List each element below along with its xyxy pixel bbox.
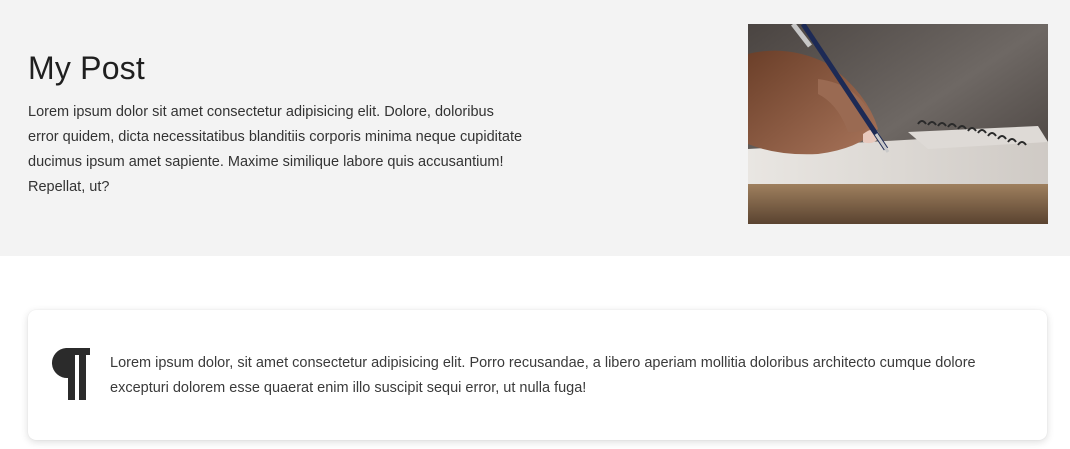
post-header: My Post Lorem ipsum dolor sit amet conse… (0, 0, 1070, 256)
post-hero-image (748, 24, 1048, 224)
quote-card: Lorem ipsum dolor, sit amet consectetur … (28, 310, 1047, 440)
post-title: My Post (28, 50, 145, 86)
quote-text: Lorem ipsum dolor, sit amet consectetur … (110, 355, 976, 396)
post-intro: Lorem ipsum dolor sit amet consectetur a… (28, 104, 523, 195)
pilcrow-icon (50, 348, 92, 400)
